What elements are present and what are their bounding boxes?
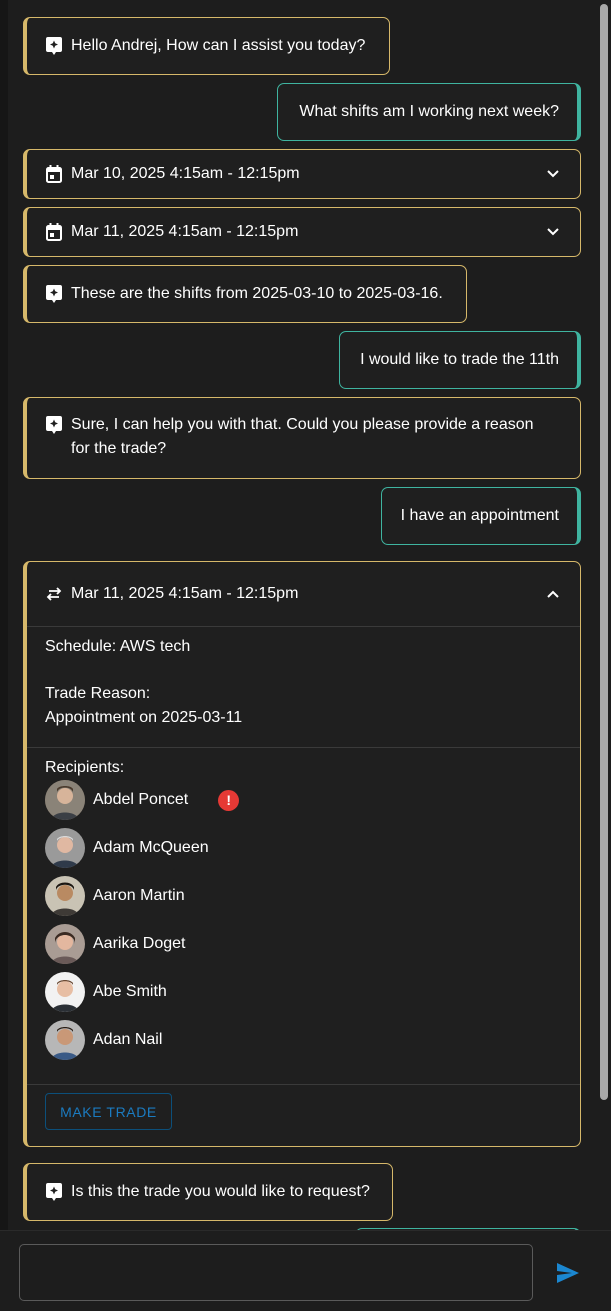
- chevron-down-icon[interactable]: [544, 165, 562, 183]
- recipient-item[interactable]: Aarika Doget: [45, 924, 186, 964]
- trade-card-header[interactable]: Mar 11, 2025 4:15am - 12:15pm: [27, 562, 580, 626]
- chat-scroll-area[interactable]: Hello Andrej, How can I assist you today…: [8, 0, 596, 1230]
- trade-reason-label: Trade Reason:: [45, 685, 151, 702]
- divider: [27, 747, 580, 748]
- recipient-item[interactable]: Abe Smith: [45, 972, 167, 1012]
- message-text: What shifts am I working next week?: [299, 103, 559, 120]
- schedule-text: Schedule: AWS tech: [45, 638, 191, 655]
- user-message: I have an appointment: [381, 487, 581, 545]
- scrollbar-thumb[interactable]: [600, 4, 608, 1100]
- send-button[interactable]: [555, 1261, 581, 1285]
- chevron-up-icon[interactable]: [544, 585, 562, 603]
- shift-text: Mar 10, 2025 4:15am - 12:15pm: [71, 165, 300, 182]
- shift-text: Mar 11, 2025 4:15am - 12:15pm: [71, 223, 299, 240]
- recipient-item[interactable]: Adan Nail: [45, 1020, 162, 1060]
- user-message: What shifts am I working next week?: [277, 83, 581, 141]
- assistant-icon: [45, 285, 63, 303]
- send-icon: [557, 1263, 579, 1283]
- assistant-icon: [45, 37, 63, 55]
- bot-message: These are the shifts from 2025-03-10 to …: [23, 265, 467, 323]
- shift-card[interactable]: Mar 10, 2025 4:15am - 12:15pm: [23, 149, 581, 199]
- recipient-item[interactable]: Aaron Martin: [45, 876, 185, 916]
- avatar: [45, 828, 85, 868]
- recipient-name: Adan Nail: [93, 1031, 163, 1048]
- recipient-item[interactable]: Adam McQueen: [45, 828, 209, 868]
- composer: [0, 1230, 611, 1311]
- recipient-name: Aaron Martin: [93, 887, 185, 904]
- calendar-icon: [45, 165, 63, 183]
- message-text: Is this the trade you would like to requ…: [71, 1183, 370, 1200]
- calendar-icon: [45, 223, 63, 241]
- message-text: These are the shifts from 2025-03-10 to …: [71, 285, 443, 302]
- scrollbar[interactable]: [596, 0, 611, 1230]
- message-input[interactable]: [19, 1244, 533, 1301]
- message-text-line: Sure, I can help you with that. Could yo…: [71, 416, 534, 433]
- left-gutter: [0, 0, 8, 1311]
- user-message: I would like to trade the 11th: [339, 331, 581, 389]
- avatar: [45, 780, 85, 820]
- divider: [27, 626, 580, 627]
- message-text: I would like to trade the 11th: [360, 351, 559, 368]
- avatar: [45, 972, 85, 1012]
- message-text: Hello Andrej, How can I assist you today…: [71, 37, 366, 54]
- recipients-label: Recipients:: [45, 759, 125, 776]
- recipient-name: Abe Smith: [93, 983, 167, 1000]
- avatar: [45, 1020, 85, 1060]
- assistant-icon: [45, 416, 63, 434]
- swap-icon: [45, 585, 63, 603]
- recipient-name: Adam McQueen: [93, 839, 209, 856]
- bot-message: Hello Andrej, How can I assist you today…: [23, 17, 390, 75]
- avatar: [45, 876, 85, 916]
- bot-message: Is this the trade you would like to requ…: [23, 1163, 393, 1221]
- trade-shift-text: Mar 11, 2025 4:15am - 12:15pm: [71, 585, 299, 602]
- bot-message: Sure, I can help you with that. Could yo…: [23, 397, 581, 479]
- message-text: I have an appointment: [400, 507, 559, 524]
- recipient-item[interactable]: Abdel Poncet !: [45, 780, 240, 820]
- make-trade-button[interactable]: MAKE TRADE: [45, 1093, 172, 1130]
- divider: [27, 1084, 580, 1085]
- chevron-down-icon[interactable]: [544, 223, 562, 241]
- trade-reason-value: Appointment on 2025-03-11: [45, 709, 243, 726]
- recipient-name: Abdel Poncet: [93, 791, 189, 808]
- avatar: [45, 924, 85, 964]
- message-text-line: for the trade?: [71, 440, 167, 457]
- recipient-name: Aarika Doget: [93, 935, 186, 952]
- shift-card[interactable]: Mar 11, 2025 4:15am - 12:15pm: [23, 207, 581, 257]
- trade-card: Mar 11, 2025 4:15am - 12:15pm Schedule: …: [23, 561, 581, 1147]
- assistant-icon: [45, 1183, 63, 1201]
- warning-icon[interactable]: !: [218, 789, 240, 811]
